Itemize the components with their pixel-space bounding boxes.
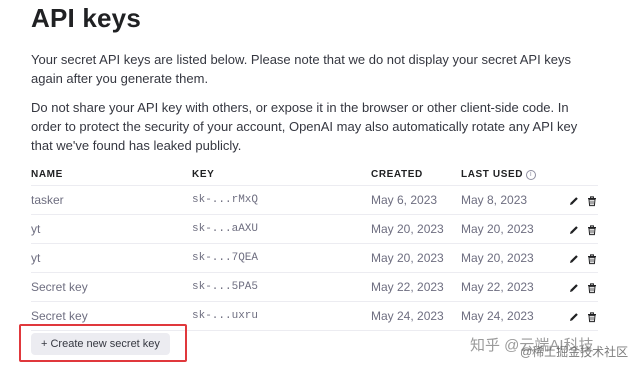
intro-text: Your secret API keys are listed below. P… [31, 52, 572, 86]
row-last-used: May 8, 2023 [461, 185, 556, 215]
pencil-icon[interactable] [568, 311, 580, 323]
create-key-highlight: + Create new secret key [19, 324, 187, 362]
row-actions [556, 272, 598, 302]
header-last-used: LAST USED i [461, 163, 556, 186]
trash-icon[interactable] [586, 224, 598, 236]
row-name: tasker [31, 185, 192, 215]
row-created: May 24, 2023 [371, 301, 461, 331]
api-keys-page: API keys Your secret API keys are listed… [0, 0, 640, 369]
pencil-icon[interactable] [568, 282, 580, 294]
table-row: Secret key sk-...5PA5 May 22, 2023 May 22, … [31, 272, 598, 302]
pencil-icon[interactable] [568, 224, 580, 236]
header-name: NAME [31, 163, 192, 186]
page-title: API keys [31, 3, 142, 33]
pencil-icon[interactable] [568, 195, 580, 207]
row-created: May 20, 2023 [371, 243, 461, 273]
info-icon[interactable]: i [526, 169, 537, 180]
row-name: yt [31, 243, 192, 273]
table-row: yt sk-...aAXU May 20, 2023 May 20, 2023 [31, 214, 598, 244]
header-last-used-label: LAST USED [461, 168, 524, 180]
row-key: sk-...rMxQ [192, 185, 371, 215]
row-actions [556, 214, 598, 244]
table-row: yt sk-...7QEA May 20, 2023 May 20, 2023 [31, 243, 598, 273]
row-key: sk-...uxru [192, 301, 371, 331]
row-key: sk-...aAXU [192, 214, 371, 244]
trash-icon[interactable] [586, 311, 598, 323]
row-key: sk-...5PA5 [192, 272, 371, 302]
row-last-used: May 20, 2023 [461, 214, 556, 244]
table-row: tasker sk-...rMxQ May 6, 2023 May 8, 2023 [31, 185, 598, 215]
header-created: CREATED [371, 163, 461, 186]
header-actions [556, 163, 598, 186]
trash-icon[interactable] [586, 253, 598, 265]
row-name: Secret key [31, 272, 192, 302]
trash-icon[interactable] [586, 195, 598, 207]
trash-icon[interactable] [586, 282, 598, 294]
watermark-juejin: @稀土掘金技术社区 [520, 345, 629, 359]
row-created: May 20, 2023 [371, 214, 461, 244]
pencil-icon[interactable] [568, 253, 580, 265]
row-name: yt [31, 214, 192, 244]
header-key: KEY [192, 163, 371, 186]
row-actions [556, 243, 598, 273]
row-last-used: May 20, 2023 [461, 243, 556, 273]
row-actions [556, 185, 598, 215]
row-last-used: May 24, 2023 [461, 301, 556, 331]
row-actions [556, 301, 598, 331]
warning-text: Do not share your API key with others, o… [31, 100, 578, 153]
api-keys-table: NAME KEY CREATED LAST USED i tasker sk-...… [31, 163, 598, 331]
row-created: May 6, 2023 [371, 185, 461, 215]
row-created: May 22, 2023 [371, 272, 461, 302]
row-last-used: May 22, 2023 [461, 272, 556, 302]
create-new-secret-key-button[interactable]: + Create new secret key [31, 333, 170, 355]
row-key: sk-...7QEA [192, 243, 371, 273]
table-header-row: NAME KEY CREATED LAST USED i [31, 163, 598, 186]
